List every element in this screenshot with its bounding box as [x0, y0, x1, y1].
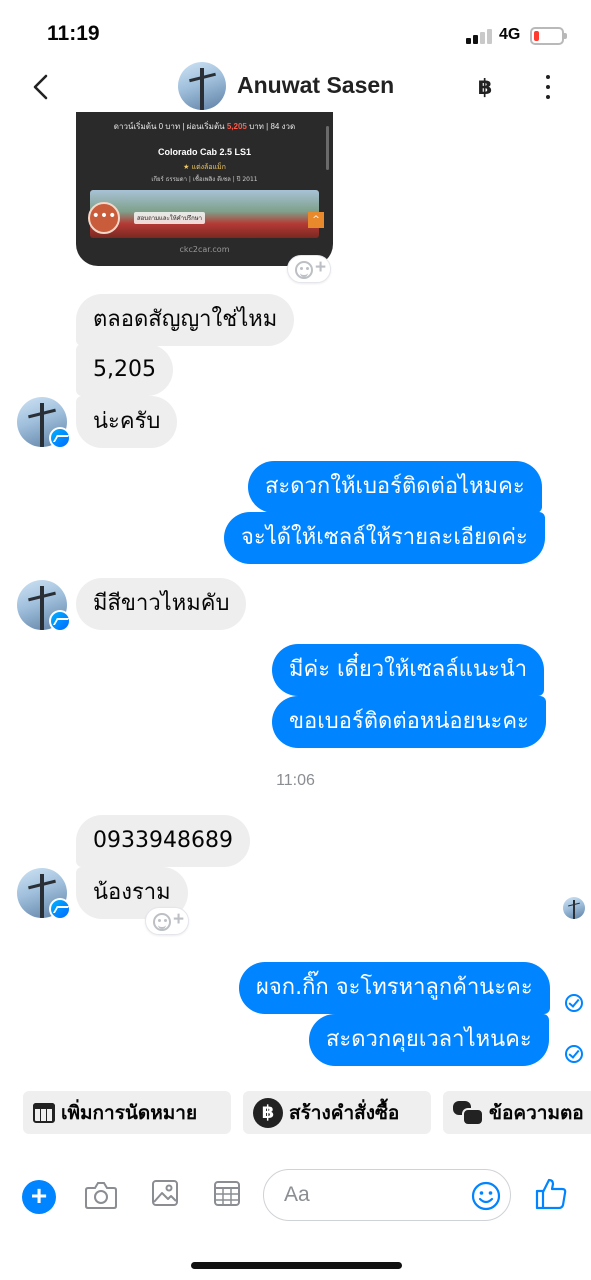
chat-bubble-icon: •••: [88, 202, 120, 234]
sender-avatar[interactable]: [17, 580, 71, 632]
outgoing-message[interactable]: ขอเบอร์ติดต่อหน่อยนะคะ: [272, 696, 546, 748]
media-tag: ★ แต่งล้อแม็ก: [183, 163, 226, 171]
sender-avatar[interactable]: [17, 868, 71, 920]
seen-avatar: [563, 897, 585, 919]
incoming-message[interactable]: มีสีขาวไหมคับ: [76, 578, 247, 630]
quick-action-label: สร้างคำสั่งซื้อ: [289, 1101, 400, 1124]
add-reaction-button[interactable]: +: [287, 255, 331, 283]
incoming-message[interactable]: ตลอดสัญญาใช่ไหม: [76, 294, 295, 346]
incoming-message[interactable]: น่ะครับ: [76, 396, 178, 448]
status-time: 11:19: [47, 22, 100, 45]
sender-avatar[interactable]: [17, 397, 71, 449]
network-type: 4G: [499, 26, 521, 43]
more-options-icon[interactable]: [536, 72, 560, 102]
media-cta: สอบถามและให้คำปรึกษา: [134, 212, 206, 224]
outgoing-message[interactable]: จะได้ให้เซลล์ให้รายละเอียดค่ะ: [224, 512, 545, 564]
status-bar: 11:19 4G: [0, 0, 591, 62]
messenger-icon: [51, 429, 69, 447]
message-timestamp: 11:06: [276, 772, 315, 789]
arrow-up-icon: ^: [308, 212, 324, 228]
composer-bar: +: [0, 1166, 591, 1226]
message-input[interactable]: [284, 1180, 464, 1210]
media-model: Colorado Cab 2.5 LS1: [157, 147, 252, 157]
quick-action-create-order[interactable]: ฿ สร้างคำสั่งซื้อ: [243, 1091, 431, 1134]
media-price-line: ดาวน์เริ่มต้น 0 บาท | ผ่อนเริ่มต้น 5,205…: [113, 122, 296, 131]
messages-icon: [453, 1100, 484, 1126]
sent-check-icon: [565, 1045, 583, 1063]
message-input-field[interactable]: [263, 1169, 511, 1221]
quick-action-label: เพิ่มการนัดหมาย: [61, 1101, 198, 1124]
like-icon[interactable]: [533, 1176, 569, 1212]
media-url: ckc2car.com: [179, 245, 230, 254]
baht-icon[interactable]: ฿: [472, 74, 498, 100]
sent-check-icon: [565, 994, 583, 1012]
messenger-icon: [51, 900, 69, 918]
outgoing-message[interactable]: สะดวกคุยเวลาไหนคะ: [309, 1014, 549, 1066]
smiley-icon: [153, 913, 171, 931]
outgoing-message[interactable]: ผจก.กิ๊ก จะโทรหาลูกค้านะคะ: [239, 962, 550, 1014]
media-scrollbar: [326, 126, 329, 170]
back-icon[interactable]: [26, 72, 56, 102]
emoji-icon[interactable]: [470, 1180, 502, 1212]
quick-action-label: ข้อความตอ: [489, 1101, 584, 1124]
image-icon[interactable]: [150, 1178, 180, 1208]
quick-action-messages[interactable]: ข้อความตอ: [443, 1091, 591, 1134]
contact-avatar[interactable]: [178, 62, 226, 110]
quick-action-appointment[interactable]: เพิ่มการนัดหมาย: [23, 1091, 231, 1134]
chat-header: Anuwat Sasen ฿: [0, 56, 591, 116]
contact-name[interactable]: Anuwat Sasen: [237, 72, 394, 99]
messenger-icon: [51, 612, 69, 630]
outgoing-message[interactable]: มีค่ะ เดี๋ยวให้เซลล์แนะนำ: [272, 644, 545, 696]
media-info: เกียร์ ธรรมดา | เชื้อเพลิง ดีเซล | ปี 20…: [151, 176, 258, 183]
outgoing-message[interactable]: สะดวกให้เบอร์ติดต่อไหมคะ: [248, 461, 542, 513]
home-indicator: [191, 1262, 402, 1269]
shared-media-card[interactable]: ดาวน์เริ่มต้น 0 บาท | ผ่อนเริ่มต้น 5,205…: [76, 112, 333, 266]
incoming-message[interactable]: 0933948689: [76, 815, 250, 867]
add-reaction-button[interactable]: +: [145, 907, 189, 935]
signal-icon: [466, 28, 494, 44]
incoming-message[interactable]: 5,205: [76, 344, 173, 396]
baht-icon: ฿: [253, 1097, 283, 1128]
camera-icon[interactable]: [84, 1180, 118, 1210]
battery-icon: [530, 27, 567, 45]
plus-icon[interactable]: +: [22, 1180, 56, 1214]
smiley-icon: [295, 261, 313, 279]
calendar-icon[interactable]: [212, 1178, 242, 1208]
calendar-icon: [33, 1102, 55, 1123]
